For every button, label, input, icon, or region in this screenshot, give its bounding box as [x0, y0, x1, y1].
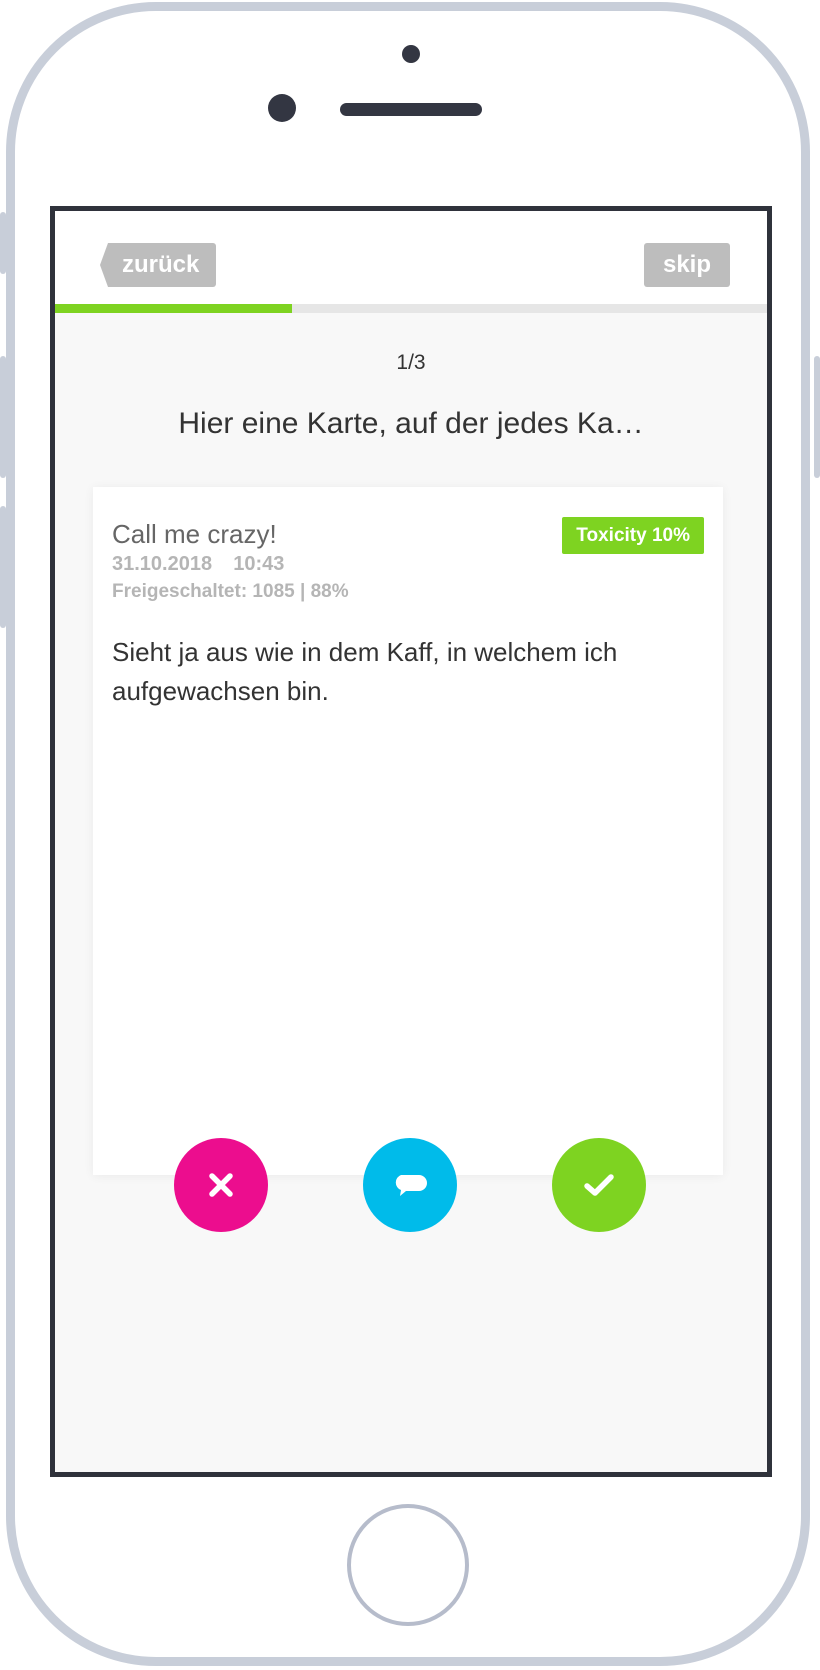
step-counter: 1/3: [396, 351, 426, 374]
speech-bubble-icon: [395, 1175, 427, 1196]
progress-bar-fill: [55, 304, 293, 313]
card-date: 31.10.2018: [112, 553, 213, 575]
top-bar: zurück skip: [55, 211, 767, 304]
comment-card[interactable]: Call me crazy! 31.10.2018 10:43 Freigesc…: [93, 487, 723, 1175]
close-icon: [209, 1173, 233, 1197]
checkmark-icon: [584, 1174, 614, 1196]
home-button[interactable]: [347, 1504, 469, 1626]
app-screen: zurück skip 1/3 Hier eine Karte, auf der…: [50, 206, 772, 1477]
card-time: 10:43: [233, 553, 285, 575]
earpiece-speaker: [340, 103, 482, 116]
card-title: Call me crazy!: [112, 519, 277, 549]
side-button-volume-up: [0, 356, 6, 478]
comment-button[interactable]: [363, 1138, 457, 1232]
card-unlocked-stats: Freigeschaltet: 1085 | 88%: [112, 581, 349, 602]
front-camera-icon: [268, 94, 296, 122]
comment-text: Sieht ja aus wie in dem Kaff, in welchem…: [112, 637, 618, 706]
skip-button[interactable]: skip: [644, 243, 730, 287]
approve-button[interactable]: [552, 1138, 646, 1232]
back-button[interactable]: zurück: [100, 243, 216, 287]
reject-button[interactable]: [174, 1138, 268, 1232]
front-sensor: [402, 45, 420, 63]
side-button-mute: [0, 212, 6, 274]
question-title: Hier eine Karte, auf der jedes Ka…: [178, 407, 644, 440]
progress-bar: [55, 304, 767, 313]
side-button-volume-down: [0, 506, 6, 628]
side-button-power: [814, 356, 820, 478]
toxicity-badge: Toxicity 10%: [562, 517, 704, 554]
card-datetime: 31.10.2018 10:43: [112, 553, 284, 576]
